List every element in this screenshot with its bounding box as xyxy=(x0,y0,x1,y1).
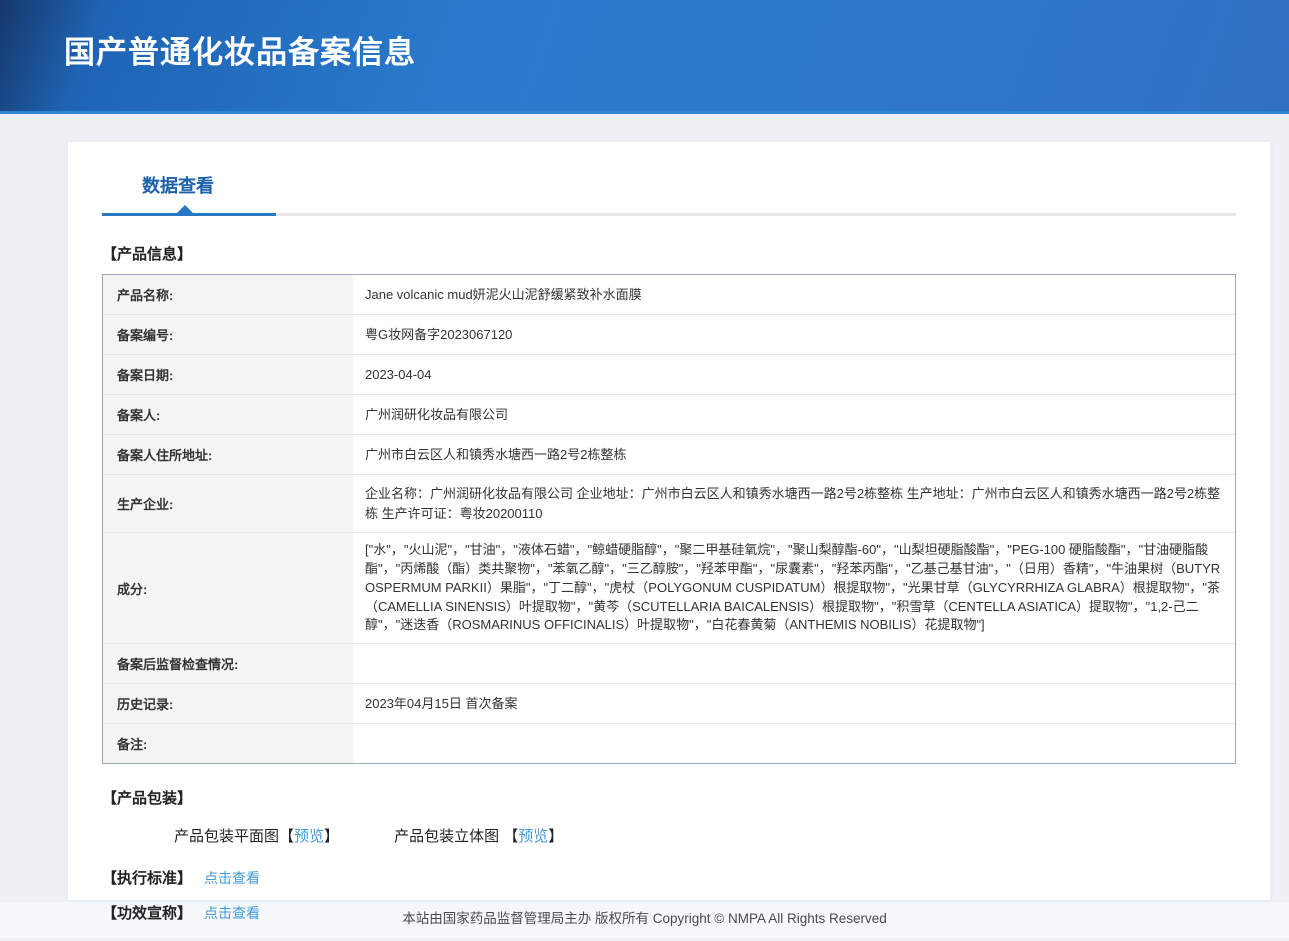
bracket-close: 】 xyxy=(324,828,339,845)
row-label: 备案人住所地址: xyxy=(103,435,353,474)
bracket-open: 【 xyxy=(503,828,518,845)
row-value: ["水"，"火山泥"，"甘油"，"液体石蜡"，"鲸蜡硬脂醇"，"聚二甲基硅氧烷"… xyxy=(353,533,1235,643)
table-row-manufacturer: 生产企业: 企业名称：广州润研化妆品有限公司 企业地址：广州市白云区人和镇秀水塘… xyxy=(103,474,1235,532)
packaging-stereo-label: 产品包装立体图 xyxy=(394,828,503,845)
table-row-history: 历史记录: 2023年04月15日 首次备案 xyxy=(103,683,1235,723)
row-value: 2023年04月15日 首次备案 xyxy=(353,684,1235,723)
row-value: 2023-04-04 xyxy=(353,355,1235,394)
bracket-open: 【 xyxy=(279,828,294,845)
packaging-links-row: 产品包装平面图【预览】 产品包装立体图 【预览】 xyxy=(174,825,1236,846)
row-label: 成分: xyxy=(103,533,353,643)
row-value: 企业名称：广州润研化妆品有限公司 企业地址：广州市白云区人和镇秀水塘西一路2号2… xyxy=(353,475,1235,532)
packaging-stereo-preview-link[interactable]: 预览 xyxy=(518,828,548,845)
row-value xyxy=(353,724,1235,763)
product-info-table: 产品名称: Jane volcanic mud妍泥火山泥舒缓紧致补水面膜 备案编… xyxy=(102,274,1236,764)
content-card: 数据查看 【产品信息】 产品名称: Jane volcanic mud妍泥火山泥… xyxy=(68,142,1270,900)
row-label: 产品名称: xyxy=(103,275,353,314)
tab-active-underline xyxy=(102,213,276,216)
section-title-standard: 【执行标准】 xyxy=(102,867,192,888)
tab-active-pointer xyxy=(176,205,194,214)
row-label: 备案人: xyxy=(103,395,353,434)
table-row-ingredients: 成分: ["水"，"火山泥"，"甘油"，"液体石蜡"，"鲸蜡硬脂醇"，"聚二甲基… xyxy=(103,532,1235,643)
packaging-stereo-item: 产品包装立体图 【预览】 xyxy=(394,825,563,846)
tab-divider-line xyxy=(102,213,1236,216)
standard-row: 【执行标准】 点击查看 xyxy=(102,867,1236,888)
section-title-efficacy: 【功效宣称】 xyxy=(102,902,192,923)
packaging-flat-item: 产品包装平面图【预览】 xyxy=(174,825,339,846)
row-value xyxy=(353,644,1235,683)
row-value: 广州市白云区人和镇秀水塘西一路2号2栋整栋 xyxy=(353,435,1235,474)
tab-data-view[interactable]: 数据查看 xyxy=(142,172,214,198)
packaging-flat-preview-link[interactable]: 预览 xyxy=(294,828,324,845)
page-title: 国产普通化妆品备案信息 xyxy=(0,0,1289,72)
table-row-remarks: 备注: xyxy=(103,723,1235,763)
page-header-banner: 国产普通化妆品备案信息 xyxy=(0,0,1289,114)
efficacy-row: 【功效宣称】 点击查看 xyxy=(102,902,1236,923)
row-label: 备案编号: xyxy=(103,315,353,354)
section-title-product-info: 【产品信息】 xyxy=(102,243,1236,264)
row-value: 广州润研化妆品有限公司 xyxy=(353,395,1235,434)
packaging-flat-label: 产品包装平面图 xyxy=(174,828,279,845)
section-title-packaging: 【产品包装】 xyxy=(102,787,1236,808)
table-row-product-name: 产品名称: Jane volcanic mud妍泥火山泥舒缓紧致补水面膜 xyxy=(103,275,1235,314)
row-label: 历史记录: xyxy=(103,684,353,723)
standard-view-link[interactable]: 点击查看 xyxy=(204,868,260,888)
row-value: Jane volcanic mud妍泥火山泥舒缓紧致补水面膜 xyxy=(353,275,1235,314)
row-label: 备案后监督检查情况: xyxy=(103,644,353,683)
table-row-registrant: 备案人: 广州润研化妆品有限公司 xyxy=(103,394,1235,434)
tab-bar: 数据查看 xyxy=(102,172,1236,216)
row-label: 备注: xyxy=(103,724,353,763)
row-label: 生产企业: xyxy=(103,475,353,532)
table-row-filing-number: 备案编号: 粤G妆网备字2023067120 xyxy=(103,314,1235,354)
table-row-registrant-address: 备案人住所地址: 广州市白云区人和镇秀水塘西一路2号2栋整栋 xyxy=(103,434,1235,474)
bracket-close: 】 xyxy=(548,828,563,845)
table-row-supervision-check: 备案后监督检查情况: xyxy=(103,643,1235,683)
row-label: 备案日期: xyxy=(103,355,353,394)
efficacy-view-link[interactable]: 点击查看 xyxy=(204,903,260,923)
row-value: 粤G妆网备字2023067120 xyxy=(353,315,1235,354)
table-row-filing-date: 备案日期: 2023-04-04 xyxy=(103,354,1235,394)
